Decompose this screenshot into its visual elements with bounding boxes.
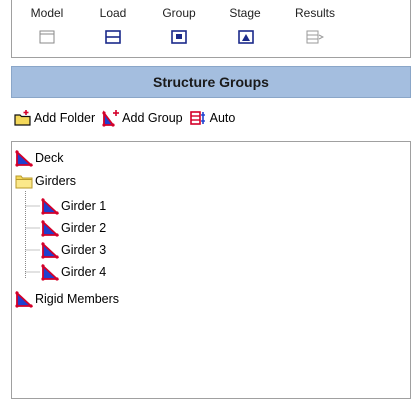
- tree-item-girder-1[interactable]: Girder 1: [41, 196, 106, 216]
- tree-item-label: Girder 4: [61, 265, 107, 279]
- add-folder-button[interactable]: Add Folder: [14, 109, 95, 127]
- tree-item-label: Girder 1: [61, 199, 107, 213]
- panel-header: Structure Groups: [11, 66, 411, 98]
- structure-group-icon: [15, 290, 33, 308]
- tree-item-label: Deck: [35, 151, 64, 165]
- auto-button[interactable]: Auto: [189, 109, 236, 127]
- load-tab-icon: [105, 30, 121, 44]
- tab-model-label: Model: [30, 6, 64, 20]
- auto-label: Auto: [209, 111, 236, 125]
- tree-item-deck[interactable]: Deck: [15, 148, 63, 168]
- add-group-icon: [102, 110, 120, 127]
- structure-group-icon: [15, 149, 33, 167]
- module-tab-strip: Model Load Group Stage Results: [11, 0, 411, 58]
- tab-stage-label: Stage: [229, 6, 261, 20]
- tab-model[interactable]: Model: [14, 0, 80, 58]
- tab-results-label: Results: [294, 6, 335, 20]
- tree-item-girder-3[interactable]: Girder 3: [41, 240, 106, 260]
- folder-icon: [15, 175, 33, 188]
- tab-group[interactable]: Group: [146, 0, 212, 58]
- stage-tab-icon: [238, 30, 254, 44]
- structure-group-tree[interactable]: Deck Girders Girder 1 Girder 2 Girder 3: [11, 141, 411, 399]
- structure-group-icon: [41, 263, 59, 281]
- structure-group-icon: [41, 219, 59, 237]
- panel-title: Structure Groups: [153, 74, 269, 90]
- tree-item-label: Girder 2: [61, 221, 107, 235]
- tree-item-label: Rigid Members: [35, 292, 120, 306]
- tree-item-girder-4[interactable]: Girder 4: [41, 262, 106, 282]
- group-toolbar: Add Folder Add Group Auto: [14, 106, 242, 130]
- add-folder-icon: [14, 110, 31, 126]
- group-tab-icon: [171, 30, 187, 44]
- tab-stage[interactable]: Stage: [212, 0, 278, 58]
- tree-item-label: Girders: [35, 174, 76, 188]
- model-tab-icon: [39, 30, 55, 44]
- tab-group-label: Group: [162, 6, 196, 20]
- auto-group-icon: [189, 111, 205, 125]
- structure-group-icon: [41, 241, 59, 259]
- tab-load-label: Load: [99, 6, 127, 20]
- add-group-label: Add Group: [122, 111, 183, 125]
- tab-results[interactable]: Results: [278, 0, 352, 58]
- add-group-button[interactable]: Add Group: [102, 109, 183, 127]
- tree-item-label: Girder 3: [61, 243, 107, 257]
- tree-item-rigid-members[interactable]: Rigid Members: [15, 289, 119, 309]
- add-folder-label: Add Folder: [34, 111, 96, 125]
- tab-load[interactable]: Load: [80, 0, 146, 58]
- tree-item-girders[interactable]: Girders: [15, 171, 76, 191]
- structure-group-icon: [41, 197, 59, 215]
- results-tab-icon: [306, 30, 324, 44]
- tree-item-girder-2[interactable]: Girder 2: [41, 218, 106, 238]
